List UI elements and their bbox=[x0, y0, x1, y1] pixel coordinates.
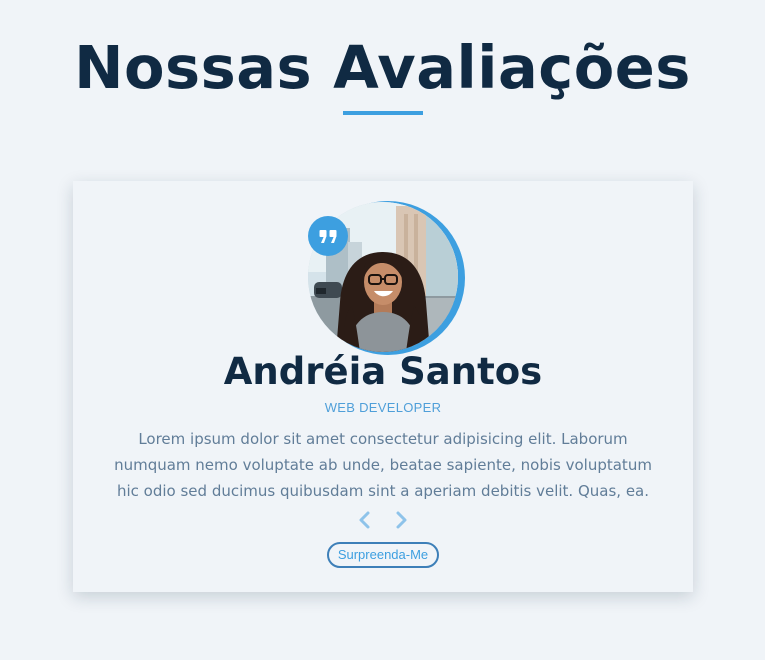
review-card: Andréia Santos WEB DEVELOPER Lorem ipsum… bbox=[73, 181, 693, 592]
next-button[interactable] bbox=[390, 509, 412, 531]
chevron-left-icon bbox=[359, 511, 370, 529]
chevron-right-icon bbox=[396, 511, 407, 529]
title-underline bbox=[343, 111, 423, 115]
review-text: Lorem ipsum dolor sit amet consectetur a… bbox=[114, 430, 652, 500]
section-title: Nossas Avaliações bbox=[74, 33, 691, 102]
reviewer-job: WEB DEVELOPER bbox=[324, 400, 442, 415]
reviewer-name: Andréia Santos bbox=[223, 350, 543, 393]
quote-icon bbox=[308, 216, 348, 256]
surprise-me-button[interactable]: Surpreenda-Me bbox=[327, 542, 439, 568]
prev-button[interactable] bbox=[354, 509, 376, 531]
